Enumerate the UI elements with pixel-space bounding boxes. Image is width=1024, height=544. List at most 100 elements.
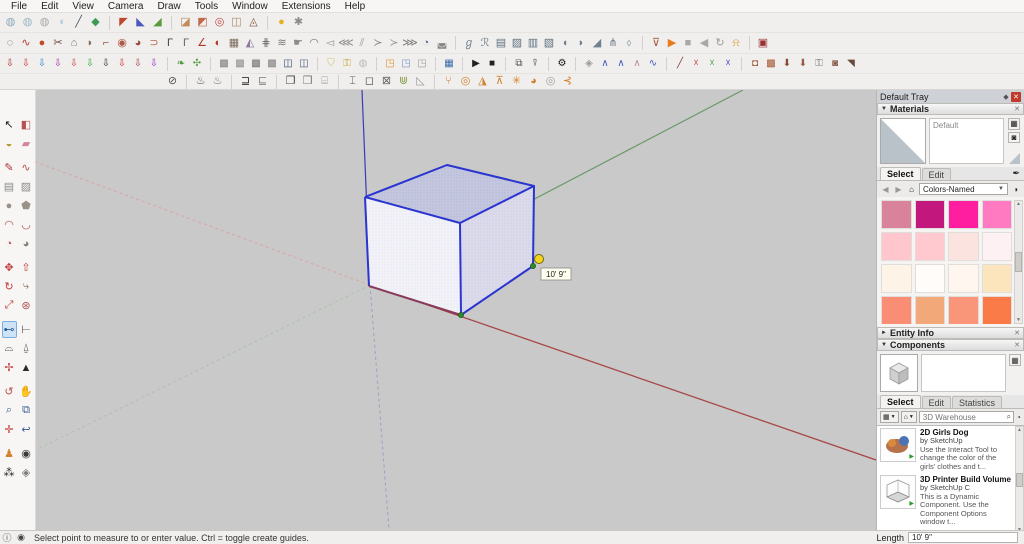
fence-icon[interactable]: ⋕ <box>258 35 274 51</box>
geolocation-icon[interactable]: ⓘ <box>0 531 14 544</box>
filter-icon[interactable]: ⍒ <box>527 56 543 72</box>
monitor-icon[interactable]: ⊒ <box>237 74 254 90</box>
block-red-icon[interactable]: ▣ <box>755 35 771 51</box>
mesh4-icon[interactable]: ▧ <box>541 35 557 51</box>
teapot-icon[interactable]: ♨ <box>192 74 209 90</box>
three-point-arc-tool[interactable]: ◔ <box>2 235 17 252</box>
scroll-up-icon[interactable]: ▲ <box>1017 427 1022 433</box>
protractor-tool[interactable]: ⌓ <box>2 340 17 357</box>
wing-icon[interactable]: ◅ <box>322 35 338 51</box>
credits-icon[interactable]: ◉ <box>14 532 28 543</box>
offset-tool[interactable]: ⊛ <box>19 297 34 314</box>
brown2-icon[interactable]: ▩ <box>763 56 779 72</box>
arc-shape-icon[interactable]: ◠ <box>306 35 322 51</box>
color-swatch-1[interactable] <box>914 200 945 229</box>
grass-icon[interactable]: ⋓ <box>395 74 412 90</box>
diamond-icon[interactable]: ◈ <box>581 56 597 72</box>
color-swatch-15[interactable] <box>981 296 1012 324</box>
paint-bucket-tool[interactable]: ◒ <box>2 135 17 152</box>
component-preview-thumbnail[interactable] <box>880 354 918 392</box>
funnel-icon[interactable]: ⊽ <box>648 35 664 51</box>
sphere-a-icon[interactable]: ◍ <box>2 15 19 31</box>
menu-item-window[interactable]: Window <box>225 1 275 12</box>
import9-icon[interactable]: ⇩ <box>130 56 146 72</box>
import4-icon[interactable]: ⇩ <box>50 56 66 72</box>
axis-z-icon[interactable]: ☓ <box>720 56 736 72</box>
tray-title-bar[interactable]: Default Tray ◆ ✕ <box>877 90 1024 103</box>
pin-icon[interactable]: ◆ <box>1001 92 1011 102</box>
cone-icon[interactable]: ◭ <box>242 35 258 51</box>
stamp-red-icon[interactable]: ◤ <box>115 15 132 31</box>
entity-info-header[interactable]: ► Entity Info ✕ <box>877 327 1024 339</box>
mesh2-icon[interactable]: ▨ <box>509 35 525 51</box>
scribble-icon[interactable]: ∿ <box>18 35 34 51</box>
material-name-field[interactable]: Default <box>929 118 1004 164</box>
search-icon[interactable]: ⌕ <box>1007 412 1013 422</box>
vray-triangle-icon[interactable]: ◮ <box>474 74 491 90</box>
head-icon[interactable]: ◕ <box>130 35 146 51</box>
cube6-icon[interactable]: ◫ <box>296 56 312 72</box>
box-x-icon[interactable]: ⊠ <box>378 74 395 90</box>
plant-icon[interactable]: ✣ <box>189 56 205 72</box>
import1-icon[interactable]: ⇩ <box>2 56 18 72</box>
move-tool[interactable]: ✥ <box>2 259 17 276</box>
hook-icon[interactable]: ⌐ <box>98 35 114 51</box>
component-thumbnail[interactable]: ▶ <box>880 428 916 462</box>
loop-icon[interactable]: ◌ <box>2 35 18 51</box>
cube3-icon[interactable]: ▩ <box>248 56 264 72</box>
cube5-icon[interactable]: ◫ <box>280 56 296 72</box>
axis-x-icon[interactable]: ☓ <box>688 56 704 72</box>
menu-item-file[interactable]: File <box>4 1 34 12</box>
teapot-run-icon[interactable]: ♨ <box>209 74 226 90</box>
color-swatch-11[interactable] <box>981 264 1012 293</box>
window1-icon[interactable]: ❐ <box>282 74 299 90</box>
corner-b-icon[interactable]: Γ <box>178 35 194 51</box>
circle-tool[interactable]: ● <box>2 197 17 214</box>
pipe2-icon[interactable]: ℛ <box>477 35 493 51</box>
home-icon[interactable]: ⌂ <box>906 185 917 194</box>
paper-icon[interactable]: ◺ <box>412 74 429 90</box>
polygon-tool[interactable]: ⬟ <box>19 197 34 214</box>
color-swatch-3[interactable] <box>981 200 1012 229</box>
shell3-icon[interactable]: ◗ <box>573 35 589 51</box>
window-lock-icon[interactable]: ⌸ <box>316 74 333 90</box>
vray-ring-icon[interactable]: ◎ <box>457 74 474 90</box>
lock-yellow-icon[interactable]: ⚿ <box>339 56 355 72</box>
corner-a-icon[interactable]: Γ <box>162 35 178 51</box>
view-options-button[interactable]: ▦ ▼ <box>880 411 899 423</box>
import8-icon[interactable]: ⇩ <box>114 56 130 72</box>
materials-close-icon[interactable]: ✕ <box>1014 105 1020 113</box>
vray-sun-icon[interactable]: ✳ <box>508 74 525 90</box>
axis-y-icon[interactable]: ☓ <box>704 56 720 72</box>
mesh1-icon[interactable]: ▤ <box>493 35 509 51</box>
rotate-tool[interactable]: ↻ <box>2 278 17 295</box>
color-swatch-7[interactable] <box>981 232 1012 261</box>
tab-select[interactable]: Select <box>880 395 921 408</box>
position-camera-tool[interactable]: ♟ <box>2 445 17 462</box>
menu-item-extensions[interactable]: Extensions <box>275 1 338 12</box>
fan-icon[interactable]: ⋘ <box>338 35 354 51</box>
coin-icon[interactable]: ● <box>273 15 290 31</box>
vray-dome-icon[interactable]: ◕ <box>525 74 542 90</box>
back-arrow-icon[interactable]: ◀ <box>880 185 891 194</box>
line-tool[interactable]: ✎ <box>2 159 17 176</box>
color-swatch-8[interactable] <box>881 264 912 293</box>
bucket-green-icon[interactable]: ◆ <box>87 15 104 31</box>
axes-tool[interactable]: ✢ <box>2 359 17 376</box>
stamp-blue-icon[interactable]: ◣ <box>132 15 149 31</box>
component-item[interactable]: ▶ 3D Printer Build Volume by SketchUp C Thi… <box>880 474 1013 526</box>
peak-blue1-icon[interactable]: ∧ <box>597 56 613 72</box>
eraser-tool[interactable]: ▰ <box>19 135 34 152</box>
crescent-icon[interactable]: ◐ <box>210 35 226 51</box>
walk-tool[interactable]: ⁂ <box>2 464 17 481</box>
tool-tan5-icon[interactable]: ◬ <box>245 15 262 31</box>
eye-icon[interactable]: ◉ <box>114 35 130 51</box>
window2-icon[interactable]: ❒ <box>299 74 316 90</box>
tool-tan1-icon[interactable]: ◪ <box>177 15 194 31</box>
forward-arrow-icon[interactable]: ▶ <box>893 185 904 194</box>
tray-close-button[interactable]: ✕ <box>1011 91 1021 102</box>
pentagon-icon[interactable]: ⌂ <box>66 35 82 51</box>
tool-tan2-icon[interactable]: ◩ <box>194 15 211 31</box>
tool-tan4-icon[interactable]: ◫ <box>228 15 245 31</box>
selected-cube[interactable] <box>364 164 535 316</box>
